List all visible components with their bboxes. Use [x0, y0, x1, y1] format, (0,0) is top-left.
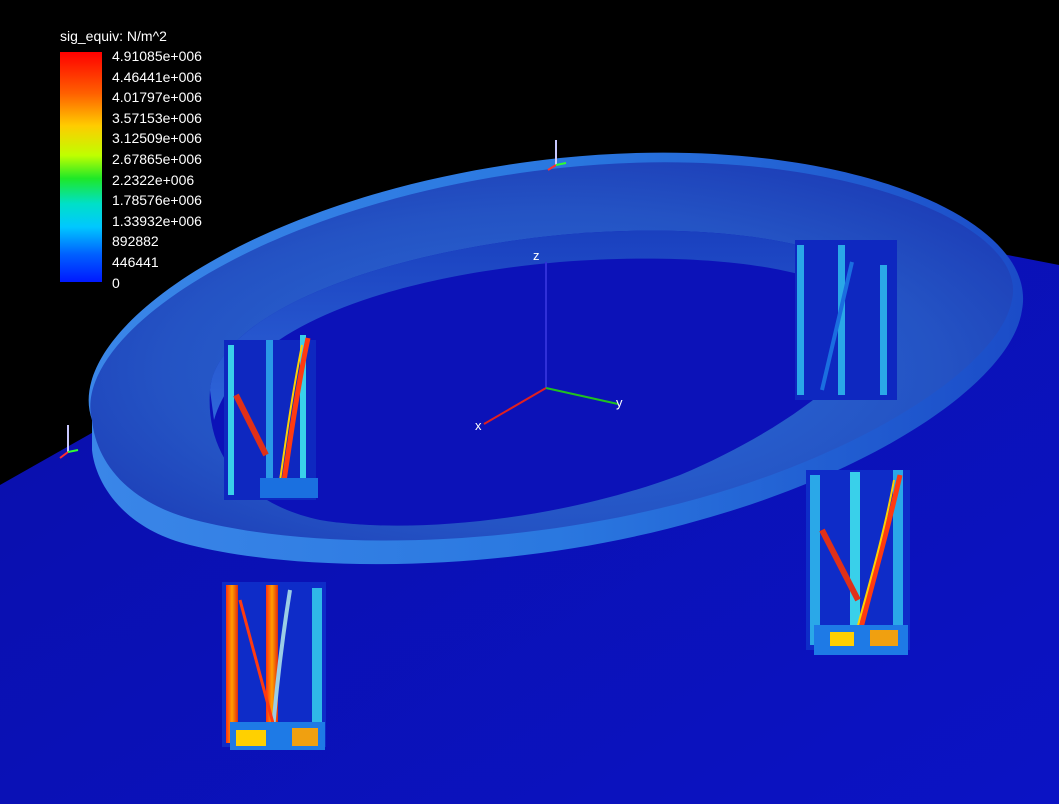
support-leg-front-right [806, 470, 910, 655]
legend-value: 4.46441e+006 [112, 68, 202, 85]
support-leg-front-left [222, 582, 326, 750]
axis-label-y: y [616, 395, 623, 410]
legend-value: 4.91085e+006 [112, 48, 202, 64]
legend-value: 3.12509e+006 [112, 130, 202, 147]
legend-value: 892882 [112, 233, 159, 250]
legend-labels: 4.91085e+006 4.46441e+006 4.01797e+006 3… [112, 46, 202, 293]
legend-value: 1.33932e+006 [112, 212, 202, 229]
legend-value: 2.2322e+006 [112, 171, 195, 188]
legend-value: 446441 [112, 253, 159, 270]
support-leg-back-left-visible [224, 335, 318, 500]
legend-value: 4.01797e+006 [112, 89, 202, 106]
legend-value: 1.78576e+006 [112, 192, 202, 209]
axis-label-x: x [475, 418, 482, 433]
axis-label-z: z [533, 248, 540, 263]
support-leg-back-right-visible [795, 240, 897, 400]
legend-value: 2.67865e+006 [112, 150, 202, 167]
legend-color-bar [60, 52, 102, 282]
legend-title: sig_equiv: N/m^2 [60, 28, 167, 44]
legend-value: 0 [112, 274, 120, 291]
legend-value: 3.57153e+006 [112, 109, 202, 126]
